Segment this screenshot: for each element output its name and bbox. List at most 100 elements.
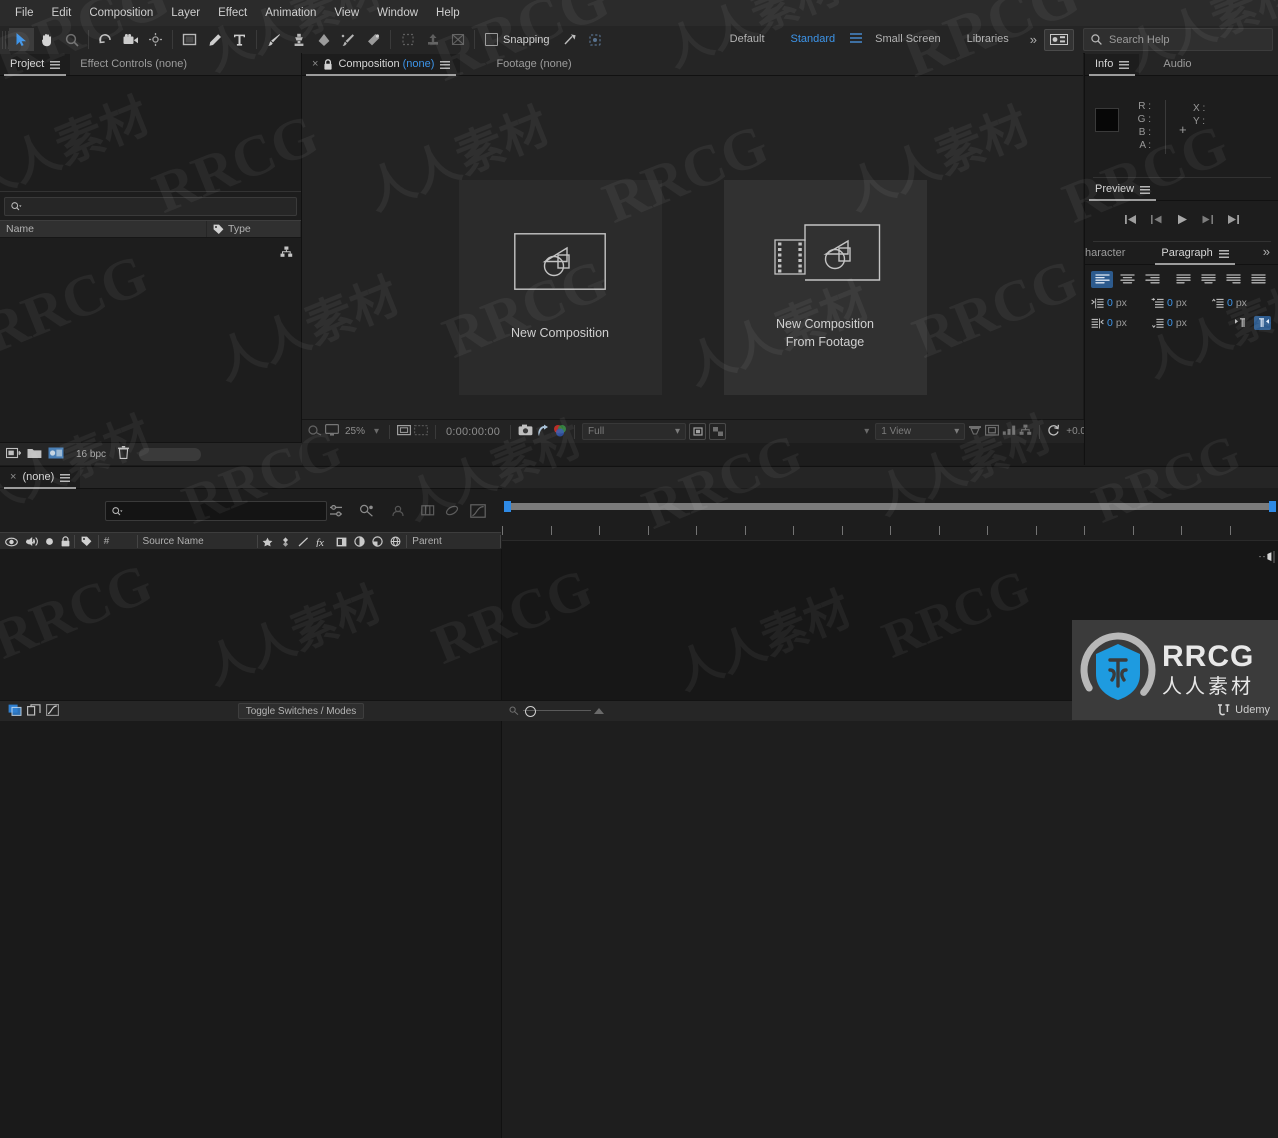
menu-item-layer[interactable]: Layer: [162, 0, 209, 26]
menu-item-effect[interactable]: Effect: [209, 0, 256, 26]
tab-preview[interactable]: Preview: [1085, 179, 1161, 201]
selection-tool[interactable]: [9, 28, 34, 51]
view-count-dropdown[interactable]: 1 View ▾: [875, 423, 966, 440]
composition-viewer-stage[interactable]: New Composition New Composition From Foo…: [302, 76, 1095, 443]
menu-item-view[interactable]: View: [325, 0, 368, 26]
work-area-end-handle[interactable]: [1269, 501, 1276, 512]
new-folder-icon[interactable]: [27, 447, 42, 462]
indent-left-margin-field[interactable]: 0 px: [1091, 297, 1151, 309]
ltr-text-direction-button[interactable]: [1232, 316, 1249, 330]
region-of-interest-icon[interactable]: [689, 423, 707, 440]
column-layer-number[interactable]: #: [99, 533, 137, 550]
tab-paragraph[interactable]: Paragraph: [1151, 243, 1239, 265]
menu-item-composition[interactable]: Composition: [80, 0, 162, 26]
frame-blend-icon[interactable]: [336, 537, 347, 547]
project-item-list[interactable]: [0, 238, 301, 428]
align-center-button[interactable]: [1116, 271, 1138, 288]
work-area-bar[interactable]: [504, 501, 1276, 512]
tab-timeline-none[interactable]: × (none): [0, 467, 81, 489]
menu-item-window[interactable]: Window: [368, 0, 427, 26]
indent-first-line-field[interactable]: 0 px: [1151, 297, 1211, 309]
pixel-aspect-correction-icon[interactable]: [968, 424, 982, 439]
quality-icon[interactable]: [298, 536, 309, 547]
grid-guides-icon[interactable]: [397, 424, 412, 440]
work-area-start-handle[interactable]: [504, 501, 511, 512]
mask-visibility-icon[interactable]: [414, 424, 429, 440]
last-frame-button[interactable]: [1227, 214, 1240, 228]
pen-tool[interactable]: [202, 28, 227, 51]
column-label-color[interactable]: [75, 533, 98, 550]
justify-last-center-button[interactable]: [1197, 271, 1219, 288]
snapping-arrow-icon[interactable]: [558, 28, 583, 51]
new-composition-from-footage-card[interactable]: New Composition From Footage: [723, 180, 927, 395]
panel-menu-icon[interactable]: [50, 60, 61, 69]
align-left-button[interactable]: [1091, 271, 1113, 288]
zoom-level-label[interactable]: 25%: [342, 426, 368, 437]
roto-brush-tool[interactable]: [336, 28, 361, 51]
eraser-tool[interactable]: [311, 28, 336, 51]
close-icon[interactable]: ×: [10, 467, 16, 488]
column-audio[interactable]: [23, 533, 42, 550]
tab-project[interactable]: Project: [0, 54, 71, 76]
camera-tool[interactable]: [118, 28, 143, 51]
mask-feather-tool[interactable]: [395, 28, 420, 51]
fast-previews-icon[interactable]: [985, 424, 1000, 440]
zoom-dropdown-arrow[interactable]: ▾: [371, 426, 382, 437]
collapse-transformations-icon[interactable]: [280, 536, 291, 547]
zoom-slider-knob[interactable]: [525, 706, 536, 717]
camera-dropdown-arrow[interactable]: ▾: [861, 426, 872, 437]
timeline-ruler[interactable]: [502, 518, 1278, 541]
reset-exposure-icon[interactable]: [1047, 424, 1060, 440]
justify-last-right-button[interactable]: [1222, 271, 1244, 288]
snapping-toggle[interactable]: Snapping: [485, 33, 550, 46]
tab-effect-controls[interactable]: Effect Controls (none): [70, 54, 197, 75]
tab-info[interactable]: Info: [1085, 54, 1140, 76]
brush-tool[interactable]: [261, 28, 286, 51]
channel-rgb-icon[interactable]: [553, 424, 567, 440]
hide-shy-layers-icon[interactable]: [388, 502, 408, 519]
resolution-dropdown[interactable]: Full ▾: [582, 423, 687, 440]
region-of-interest-tool[interactable]: [445, 28, 470, 51]
space-after-paragraph-field[interactable]: 0 px: [1151, 316, 1211, 330]
frame-render-icon[interactable]: [27, 703, 41, 719]
paragraph-overflow-icon[interactable]: »: [1255, 244, 1277, 259]
toggle-switches-icon[interactable]: [8, 704, 22, 719]
shy-icon[interactable]: [262, 537, 273, 547]
3d-layer-icon[interactable]: [390, 536, 401, 547]
timeline-layer-list[interactable]: [0, 549, 502, 1138]
justify-all-button[interactable]: [1247, 271, 1269, 288]
workspace-overflow-icon[interactable]: »: [1022, 32, 1044, 47]
previous-frame-button[interactable]: [1150, 214, 1163, 228]
menu-item-animation[interactable]: Animation: [256, 0, 325, 26]
snapping-target-icon[interactable]: [583, 28, 608, 51]
always-preview-icon[interactable]: [308, 424, 322, 440]
column-video-visibility[interactable]: [0, 533, 23, 550]
next-frame-button[interactable]: [1201, 214, 1214, 228]
first-frame-button[interactable]: [1124, 214, 1137, 228]
puppet-pin-tool[interactable]: [361, 28, 386, 51]
tab-audio[interactable]: Audio: [1153, 54, 1201, 75]
column-source-name[interactable]: Source Name: [138, 533, 257, 550]
zoom-in-icon[interactable]: [593, 706, 605, 718]
play-button[interactable]: [1176, 214, 1188, 228]
timeline-search-input[interactable]: [105, 501, 327, 521]
panel-menu-icon[interactable]: [1119, 60, 1130, 69]
current-timecode[interactable]: 0:00:00:00: [443, 426, 503, 438]
new-composition-icon[interactable]: [48, 447, 64, 462]
composition-mini-flowchart-icon[interactable]: [326, 502, 346, 519]
new-composition-card[interactable]: New Composition: [458, 180, 662, 395]
rtl-text-direction-button[interactable]: [1254, 316, 1271, 330]
motion-blur-icon[interactable]: [354, 536, 366, 547]
timeline-marker-icon[interactable]: [1257, 550, 1275, 567]
delete-icon[interactable]: [118, 446, 130, 462]
workspace-layout-icon[interactable]: [1044, 28, 1074, 51]
interpret-footage-icon[interactable]: [5, 447, 22, 462]
zoom-out-icon[interactable]: [509, 706, 519, 718]
menu-item-edit[interactable]: Edit: [43, 0, 81, 26]
motion-blur-icon[interactable]: [442, 502, 462, 519]
type-tool[interactable]: [227, 28, 252, 51]
workspace-standard[interactable]: Standard: [778, 26, 849, 53]
draft-3d-icon[interactable]: [357, 502, 377, 519]
column-type[interactable]: Type: [207, 221, 301, 237]
frame-blending-icon[interactable]: [418, 502, 438, 519]
